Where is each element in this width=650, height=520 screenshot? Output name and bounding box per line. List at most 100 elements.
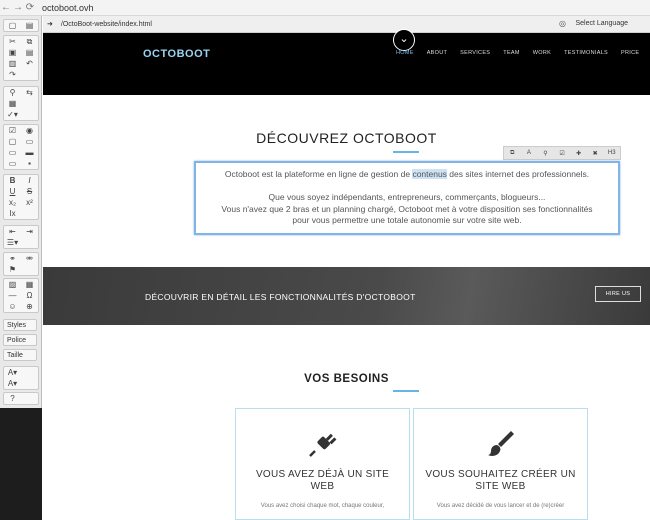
para-text-4: pour vous permettre une totale autonomie… — [292, 215, 522, 225]
table-icon[interactable]: ▦ — [21, 279, 38, 290]
duplicate-icon[interactable]: ⧉ — [504, 150, 521, 157]
bg-color-icon[interactable]: A▾ — [4, 378, 21, 389]
special-char-icon[interactable]: Ω — [21, 290, 38, 301]
site-logo[interactable]: OCTOBOOT — [143, 48, 210, 60]
paste-word-icon[interactable]: ▥ — [4, 58, 21, 69]
paste-text-icon[interactable]: ▤ — [21, 47, 38, 58]
card-existing-site[interactable]: VOUS AVEZ DÉJÀ UN SITE WEB Vous avez cho… — [235, 408, 410, 520]
size-dropdown[interactable]: Taille — [3, 349, 37, 361]
card-title: VOUS SOUHAITEZ CRÉER UN SITE WEB — [414, 469, 587, 493]
features-band: DÉCOUVRIR EN DÉTAIL LES FONCTIONNALITÉS … — [43, 267, 650, 325]
bold-icon[interactable]: B — [4, 175, 21, 186]
indent-icon[interactable]: ⇥ — [21, 226, 38, 237]
hidden-field-icon[interactable]: ▪ — [21, 158, 38, 169]
card-create-site[interactable]: VOUS SOUHAITEZ CRÉER UN SITE WEB Vous av… — [413, 408, 588, 520]
toolbar-group-forms: ☑ ◉ ▢ ▭ ▭ ▬ ▭ ▪ — [3, 124, 39, 170]
superscript-icon[interactable]: x² — [21, 197, 38, 208]
toolbar-footer — [0, 408, 42, 520]
button-icon[interactable]: ▭ — [4, 158, 21, 169]
menu-item-services[interactable]: SERVICES — [460, 50, 490, 56]
site-header: OCTOBOOT ⌄ HOME ABOUT SERVICES TEAM WORK… — [43, 29, 650, 95]
menu-item-team[interactable]: TEAM — [503, 50, 519, 56]
toolbar-group-doc: ▢ ▤ — [3, 19, 39, 32]
card-title-line2: SITE WEB — [475, 481, 526, 492]
checkbox-icon[interactable]: ▢ — [4, 136, 21, 147]
move-icon[interactable]: ✚ — [570, 150, 587, 157]
delete-icon[interactable]: ✖ — [587, 150, 604, 157]
section-underline — [393, 390, 419, 392]
smiley-icon[interactable]: ☺ — [4, 301, 21, 312]
select-language[interactable]: Select Language — [575, 20, 628, 27]
font-icon[interactable]: A — [521, 150, 538, 156]
selected-word: contenus — [412, 169, 447, 179]
align-icon[interactable]: ☰▾ — [4, 237, 21, 248]
url-field[interactable]: octoboot.ovh — [42, 3, 94, 13]
textfield-icon[interactable]: ▭ — [21, 136, 38, 147]
para-text-2: Que vous soyez indépendants, entrepreneu… — [268, 192, 546, 202]
toolbar-group-format: BI US x₂ x² Ix — [3, 174, 39, 220]
outdent-icon[interactable]: ⇤ — [4, 226, 21, 237]
paintbrush-icon — [414, 427, 587, 459]
card-title-line2: WEB — [310, 481, 335, 492]
text-color-icon[interactable]: A▾ — [4, 367, 21, 378]
anchor-icon[interactable]: ⚑ — [4, 264, 21, 275]
menu-item-testimonials[interactable]: TESTIMONIALS — [564, 50, 608, 56]
menu-item-home[interactable]: HOME — [396, 50, 414, 56]
image-icon[interactable]: ▨ — [4, 279, 21, 290]
underline-icon[interactable]: U — [4, 186, 21, 197]
textarea-icon[interactable]: ▭ — [4, 147, 21, 158]
clear-format-icon[interactable]: Ix — [4, 208, 21, 219]
font-dropdown[interactable]: Police — [3, 334, 37, 346]
link-icon[interactable]: ⚭ — [4, 253, 21, 264]
band-text: DÉCOUVRIR EN DÉTAIL LES FONCTIONNALITÉS … — [145, 292, 416, 302]
chevron-down-icon[interactable]: ⌄ — [393, 29, 415, 51]
radio-icon[interactable]: ◉ — [21, 125, 38, 136]
back-icon[interactable]: ← — [0, 0, 12, 16]
link-icon[interactable]: ⚲ — [537, 150, 554, 157]
paste-icon[interactable]: ▣ — [4, 47, 21, 58]
para-text-1b: des sites internet des professionnels. — [446, 169, 590, 179]
styles-dropdown[interactable]: Styles — [3, 319, 37, 331]
card-text: Vous avez décidé de vous lancer et de (r… — [436, 503, 565, 509]
menu-icon[interactable]: ➜ — [47, 20, 53, 28]
menu-item-work[interactable]: WORK — [533, 50, 551, 56]
reload-icon[interactable]: ⟳ — [24, 0, 36, 16]
para-text-3: Vous n'avez que 2 bras et un planning ch… — [221, 203, 593, 214]
italic-icon[interactable]: I — [21, 175, 38, 186]
strike-icon[interactable]: S — [21, 186, 38, 197]
menu-item-price[interactable]: PRICE — [621, 50, 639, 56]
source-icon[interactable]: ▤ — [21, 20, 38, 31]
replace-icon[interactable]: ⇆ — [21, 87, 38, 98]
edit-icon[interactable]: ☑ — [554, 150, 571, 157]
site-menu: HOME ABOUT SERVICES TEAM WORK TESTIMONIA… — [396, 50, 650, 56]
form-icon[interactable]: ☑ — [4, 125, 21, 136]
find-icon[interactable]: ⚲ — [4, 87, 21, 98]
card-title-line1: VOUS AVEZ DÉJÀ UN SITE — [255, 469, 390, 480]
select-icon[interactable]: ▬ — [21, 147, 38, 158]
horizontal-line-icon[interactable]: — — [4, 290, 21, 301]
forward-icon[interactable]: → — [12, 0, 24, 16]
section-title: VOS BESOINS — [304, 373, 389, 385]
redo-icon[interactable]: ↷ — [4, 69, 21, 80]
toolbar-group-clipboard: ✂ ⧉ ▣ ▤ ▥ ↶ ↷ — [3, 35, 39, 81]
toolbar-group-insert: ▨ ▦ — Ω ☺ ⊕ — [3, 278, 39, 313]
new-page-icon[interactable]: ▢ — [4, 20, 21, 31]
help-icon[interactable]: ? — [4, 393, 21, 404]
unlink-icon[interactable]: ⚮ — [21, 253, 38, 264]
cut-icon[interactable]: ✂ — [4, 36, 21, 47]
file-path: /OctoBoot-website/index.html — [60, 20, 152, 28]
spellcheck-icon[interactable]: ✓▾ — [4, 109, 21, 120]
undo-icon[interactable]: ↶ — [21, 58, 38, 69]
heading-button[interactable]: H3 — [603, 150, 620, 156]
subscript-icon[interactable]: x₂ — [4, 197, 21, 208]
globe-icon: ◎ — [559, 19, 566, 28]
toolbar-group-links: ⚭ ⚮ ⚑ — [3, 252, 39, 276]
copy-icon[interactable]: ⧉ — [21, 36, 38, 47]
menu-item-about[interactable]: ABOUT — [427, 50, 447, 56]
inline-edit-toolbar: ⧉ A ⚲ ☑ ✚ ✖ H3 — [503, 146, 621, 160]
select-all-icon[interactable]: ▦ — [4, 98, 21, 109]
hire-us-button[interactable]: HIRE US — [595, 286, 641, 302]
toolbar-group-colors: A▾ A▾ — [3, 366, 39, 390]
editable-paragraph[interactable]: Octoboot est la plateforme en ligne de g… — [194, 161, 620, 235]
iframe-icon[interactable]: ⊕ — [21, 301, 38, 312]
